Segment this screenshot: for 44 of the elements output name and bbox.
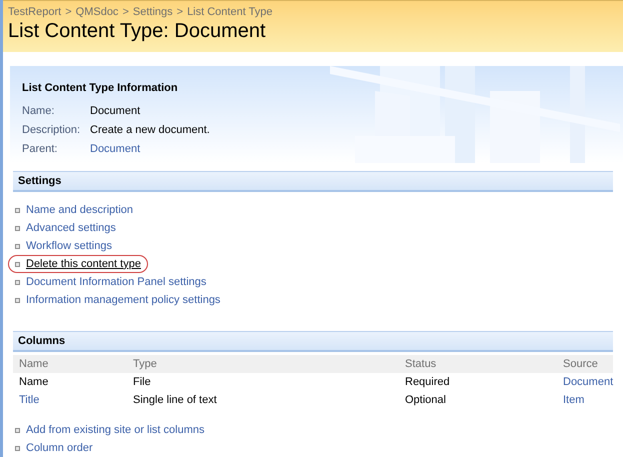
field-label: Description:: [22, 123, 82, 138]
bullet-icon: [15, 226, 20, 230]
breadcrumb-separator: >: [122, 5, 129, 19]
source-link[interactable]: Document: [563, 374, 614, 390]
bullet-icon: [15, 446, 20, 450]
column-header: Name: [18, 356, 50, 372]
bullet-icon: [15, 262, 20, 266]
breadcrumb-link[interactable]: Settings: [132, 5, 173, 19]
breadcrumb-link[interactable]: QMSdoc: [76, 5, 118, 19]
bullet-icon: [15, 208, 20, 212]
columns-link[interactable]: Column order: [26, 440, 93, 456]
table-cell-text: Single line of text: [133, 392, 218, 408]
section-header: Columns: [13, 331, 614, 352]
bullet-icon: [15, 298, 20, 302]
info-heading: List Content Type Information: [22, 81, 179, 96]
breadcrumb-link[interactable]: TestReport: [8, 5, 62, 19]
field-label: Parent:: [22, 142, 58, 158]
column-header: Source: [563, 356, 599, 372]
column-link[interactable]: Title: [19, 394, 40, 406]
bullet-icon: [15, 428, 20, 432]
option-link[interactable]: Workflow settings: [26, 238, 112, 254]
field-value: Create a new document.: [90, 123, 210, 138]
breadcrumb-separator: >: [65, 5, 72, 19]
source-link[interactable]: Item: [563, 392, 614, 408]
bullet-icon: [15, 280, 20, 284]
column-header: Type: [133, 356, 158, 372]
column-header: Status: [405, 356, 438, 372]
field-value: Document: [90, 104, 140, 120]
table-cell-text: Optional: [405, 392, 447, 408]
bullet-icon: [15, 244, 20, 248]
section-header: Settings: [13, 171, 614, 192]
columns-link[interactable]: Add from existing site or list columns: [26, 422, 205, 438]
parent-link[interactable]: Document: [90, 141, 140, 158]
page-title: List Content Type: Document: [8, 19, 267, 43]
option-link[interactable]: Information management policy settings: [26, 292, 220, 308]
option-link[interactable]: Advanced settings: [26, 220, 116, 236]
table-cell-text: File: [133, 374, 152, 390]
table-cell: Name: [19, 376, 48, 388]
table-cell-text: Required: [405, 374, 451, 390]
option-link[interactable]: Document Information Panel settings: [26, 274, 206, 290]
breadcrumb-separator: >: [176, 5, 184, 19]
field-label: Name:: [22, 104, 56, 120]
option-link[interactable]: Name and description: [26, 202, 134, 218]
option-link[interactable]: Delete this content type: [26, 256, 141, 272]
